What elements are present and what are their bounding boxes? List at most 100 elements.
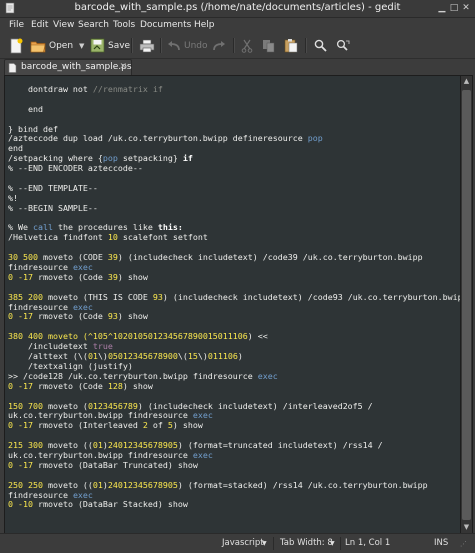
close-window-icon[interactable]: ✕ bbox=[461, 3, 471, 13]
insert-mode: INS bbox=[434, 538, 449, 548]
open-button[interactable]: Open ▼ bbox=[30, 37, 84, 54]
cut-button[interactable] bbox=[241, 37, 253, 54]
menu-edit[interactable]: Edit bbox=[31, 20, 48, 30]
code-token: } bind def bbox=[8, 123, 58, 134]
code-token: moveto (CODE bbox=[37, 252, 108, 263]
code-token: 0123456789 bbox=[87, 400, 138, 411]
copy-button[interactable] bbox=[262, 37, 275, 54]
menu-tools[interactable]: Tools bbox=[113, 20, 135, 30]
find-replace-button[interactable] bbox=[336, 37, 351, 54]
tab-document[interactable]: barcode_with_sample.ps ✕ bbox=[4, 59, 132, 76]
save-button[interactable]: Save bbox=[90, 37, 130, 54]
code-token: \) bbox=[197, 351, 208, 362]
code-line[interactable] bbox=[8, 95, 460, 105]
code-line[interactable]: dontdraw not //renmatrix if bbox=[8, 84, 460, 95]
code-token: 24012345678905 bbox=[107, 479, 178, 490]
code-token: ) bbox=[237, 351, 243, 362]
new-button[interactable] bbox=[9, 37, 23, 54]
text-editor[interactable]: dontdraw not //renmatrix if end } bind d… bbox=[4, 75, 461, 534]
code-token: ) (format=stacked) /rss14 /uk.co.terrybu… bbox=[177, 479, 428, 490]
paste-button[interactable] bbox=[284, 37, 298, 54]
maximize-icon[interactable]: □ bbox=[449, 3, 459, 13]
scrollbar-thumb[interactable] bbox=[462, 90, 471, 520]
code-line[interactable]: 0 -17 rmoveto (Interleaved 2 of 5) show bbox=[8, 420, 460, 431]
code-token: end bbox=[8, 103, 43, 114]
scroll-up-icon[interactable]: ▲ bbox=[462, 77, 471, 86]
tab-width-dropdown-icon[interactable]: ▼ bbox=[330, 540, 335, 547]
code-line[interactable]: end bbox=[8, 103, 460, 115]
code-token: findresource bbox=[8, 489, 73, 500]
code-token: rmoveto (DataBar Stacked) show bbox=[32, 499, 188, 510]
code-line[interactable]: % --END TEMPLATE-- bbox=[8, 183, 460, 194]
close-tab-icon[interactable]: ✕ bbox=[119, 62, 127, 72]
code-token: exec bbox=[257, 370, 278, 381]
code-line[interactable]: 0 -10 rmoveto (DataBar Stacked) show bbox=[8, 499, 460, 510]
undo-button[interactable]: Undo bbox=[167, 37, 208, 54]
code-token: ) show bbox=[172, 420, 203, 431]
code-token: 01 bbox=[87, 351, 98, 362]
code-token: /Helvetica findfont bbox=[8, 232, 108, 243]
code-token: 0 -10 bbox=[8, 499, 33, 510]
code-token: moveto (( bbox=[42, 440, 93, 451]
print-button[interactable] bbox=[139, 37, 155, 54]
code-token: /setpacking where { bbox=[8, 153, 103, 164]
code-line[interactable]: 0 -17 rmoveto (Code 39) show bbox=[8, 271, 460, 283]
menu-help[interactable]: Help bbox=[194, 20, 215, 30]
minimize-icon[interactable]: ▁ bbox=[437, 3, 447, 13]
code-view[interactable]: dontdraw not //renmatrix if end } bind d… bbox=[8, 84, 460, 510]
code-token: 93 bbox=[152, 291, 163, 302]
code-line[interactable]: % --BEGIN SAMPLE-- bbox=[8, 202, 460, 214]
status-separator bbox=[340, 537, 341, 550]
code-line[interactable]: /azteccode dup load /uk.co.terryburton.b… bbox=[8, 133, 460, 144]
code-token: findresource bbox=[8, 262, 73, 273]
open-dropdown-arrow-icon[interactable]: ▼ bbox=[79, 42, 84, 50]
tab-width-selector[interactable]: Tab Width: 8 bbox=[280, 538, 333, 548]
code-token: 01 bbox=[92, 440, 103, 451]
language-dropdown-icon[interactable]: ▼ bbox=[262, 540, 267, 547]
open-folder-icon bbox=[30, 41, 46, 52]
code-line[interactable]: 0 -17 rmoveto (Code 128) show bbox=[8, 380, 460, 392]
code-token: exec bbox=[72, 262, 93, 273]
resize-grip-icon[interactable]: ⋰ bbox=[460, 540, 467, 548]
code-token: 0 -17 bbox=[8, 380, 33, 391]
code-token: findresource bbox=[8, 301, 73, 312]
code-token: pop bbox=[307, 133, 323, 144]
code-line[interactable]: 0 -17 rmoveto (DataBar Truncated) show bbox=[8, 459, 460, 471]
menu-view[interactable]: View bbox=[53, 20, 74, 30]
find-replace-icon bbox=[336, 39, 350, 51]
tab-label: barcode_with_sample.ps bbox=[21, 62, 132, 72]
code-token: end bbox=[8, 143, 23, 154]
code-token: 0 -17 bbox=[8, 271, 33, 282]
vertical-scrollbar[interactable]: ▲ ▼ bbox=[460, 75, 473, 534]
toolbar-separator bbox=[233, 38, 235, 53]
code-token: rmoveto (DataBar Truncated) show bbox=[32, 459, 198, 470]
code-token: 39 bbox=[107, 252, 118, 263]
menu-search[interactable]: Search bbox=[78, 20, 109, 30]
new-document-icon bbox=[10, 38, 23, 53]
save-label: Save bbox=[108, 40, 131, 51]
code-line[interactable] bbox=[8, 115, 460, 125]
code-token: /textxalign (justify) bbox=[8, 360, 133, 371]
find-button[interactable] bbox=[314, 37, 327, 54]
scroll-down-icon[interactable]: ▼ bbox=[462, 523, 471, 532]
menu-file[interactable]: File bbox=[9, 20, 24, 30]
code-token: ) show bbox=[122, 380, 153, 391]
code-token: ) << bbox=[247, 331, 268, 342]
code-token: ) (includecheck includetext) /code39 /uk… bbox=[117, 252, 423, 263]
code-token: % --END ENCODER azteccode-- bbox=[8, 163, 143, 174]
code-token: %! bbox=[8, 192, 18, 203]
code-token: ) (format=truncated includetext) /rss14 … bbox=[177, 440, 383, 451]
code-token: /includetext bbox=[8, 341, 93, 352]
redo-button[interactable] bbox=[212, 37, 226, 54]
code-token: /azteccode dup load /uk.co.terryburton.b… bbox=[8, 133, 308, 144]
code-token: % --BEGIN SAMPLE-- bbox=[8, 202, 98, 213]
menu-bar: File Edit View Search Tools Documents He… bbox=[0, 18, 475, 33]
menu-documents[interactable]: Documents bbox=[140, 20, 191, 30]
code-line[interactable]: /Helvetica findfont 10 scalefont setfont bbox=[8, 232, 460, 243]
language-selector[interactable]: Javascript bbox=[222, 538, 264, 548]
code-line[interactable]: 0 -17 rmoveto (Code 93) show bbox=[8, 312, 460, 322]
redo-icon bbox=[213, 40, 225, 50]
code-line[interactable]: % --END ENCODER azteccode-- bbox=[8, 163, 460, 174]
code-token: the procedures like bbox=[52, 222, 158, 233]
code-token: 215 300 bbox=[8, 440, 43, 451]
